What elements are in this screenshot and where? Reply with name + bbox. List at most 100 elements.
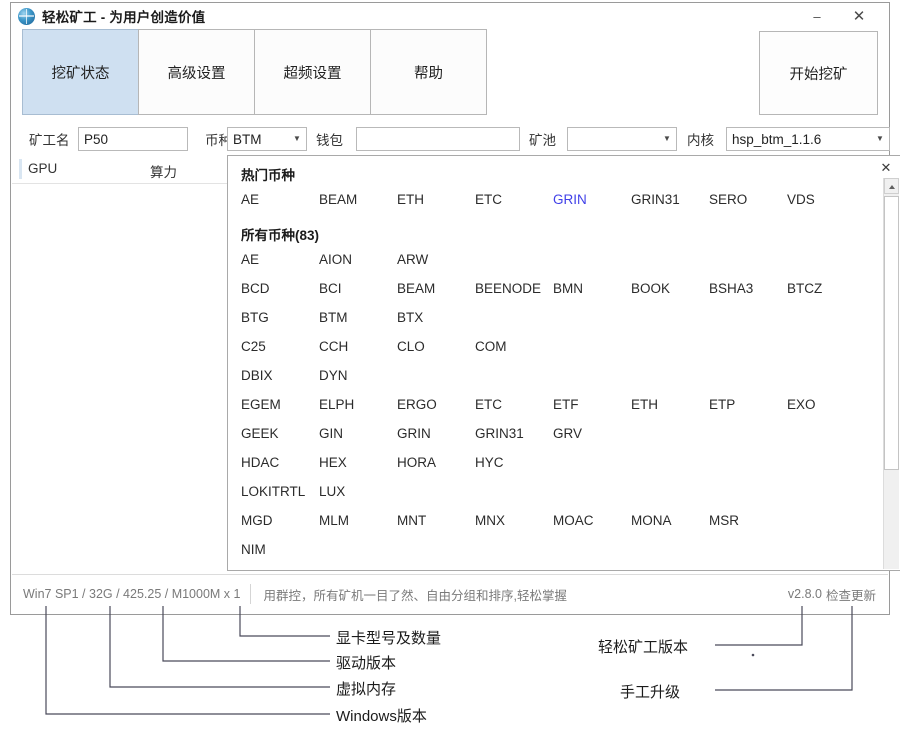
annotation-driver-version: 驱动版本: [336, 655, 397, 672]
coin-item-geek[interactable]: GEEK: [241, 426, 279, 441]
coin-item-etf[interactable]: ETF: [553, 397, 579, 412]
leader-line-virtual-memory: [109, 606, 330, 688]
pool-select[interactable]: ▼: [567, 127, 677, 151]
coin-item-grv[interactable]: GRV: [553, 426, 582, 441]
coin-row: EGEM ELPH ERGO ETC ETF ETH ETP EXO: [241, 397, 881, 426]
coin-item-bcd[interactable]: BCD: [241, 281, 270, 296]
coin-row: AE AION ARW: [241, 252, 881, 281]
coin-item-beenode[interactable]: BEENODE: [475, 281, 541, 296]
close-button[interactable]: ✕: [845, 7, 873, 27]
coin-item-hdac[interactable]: HDAC: [241, 455, 279, 470]
coin-item-elph[interactable]: ELPH: [319, 397, 354, 412]
coin-item-moac[interactable]: MOAC: [553, 513, 594, 528]
coin-item-bsha3[interactable]: BSHA3: [709, 281, 753, 296]
coin-item-cch[interactable]: CCH: [319, 339, 348, 354]
coin-item-gin[interactable]: GIN: [319, 426, 343, 441]
coin-selection-panel: ✕ 热门币种 所有币种(83) AE BEAM ETH ETC GRIN GRIN31 SE…: [227, 155, 900, 571]
coin-item-etc[interactable]: ETC: [475, 397, 502, 412]
coin-item-egem[interactable]: EGEM: [241, 397, 281, 412]
coin-item-eth[interactable]: ETH: [397, 192, 424, 207]
coin-item-hora[interactable]: HORA: [397, 455, 436, 470]
coin-item-eth[interactable]: ETH: [631, 397, 658, 412]
coin-row: GEEK GIN GRIN GRIN31 GRV: [241, 426, 881, 455]
coin-item-ergo[interactable]: ERGO: [397, 397, 437, 412]
wallet-label: 钱包: [316, 133, 343, 148]
coin-item-exo[interactable]: EXO: [787, 397, 816, 412]
coin-item-hyc[interactable]: HYC: [475, 455, 504, 470]
coin-item-beam[interactable]: BEAM: [319, 192, 357, 207]
tab-mining-status[interactable]: 挖矿状态: [22, 29, 139, 115]
coin-item-ae[interactable]: AE: [241, 252, 259, 267]
tab-advanced-settings[interactable]: 高级设置: [138, 29, 255, 115]
coin-item-vds[interactable]: VDS: [787, 192, 815, 207]
coin-item-nim[interactable]: NIM: [241, 542, 266, 557]
tab-strip: 挖矿状态 高级设置 超频设置 帮助: [22, 29, 487, 115]
coin-item-sero[interactable]: SERO: [709, 192, 747, 207]
annotation-dot: [751, 653, 755, 657]
kernel-select[interactable]: hsp_btm_1.1.6 ▼: [726, 127, 890, 151]
coin-row: DBIX DYN: [241, 368, 881, 397]
coin-item-btx[interactable]: BTX: [397, 310, 423, 325]
miner-name-input[interactable]: [78, 127, 188, 151]
coin-item-lux[interactable]: LUX: [319, 484, 345, 499]
coin-select[interactable]: BTM ▼: [227, 127, 307, 151]
minimize-button[interactable]: –: [803, 7, 831, 27]
system-info-text: Win7 SP1 / 32G / 425.25 / M1000M x 1: [23, 587, 241, 601]
coin-row: BCD BCI BEAM BEENODE BMN BOOK BSHA3 BTCZ: [241, 281, 881, 310]
coin-item-book[interactable]: BOOK: [631, 281, 670, 296]
column-header-gpu: GPU: [28, 161, 58, 176]
coin-item-aion[interactable]: AION: [319, 252, 352, 267]
coin-item-mgd[interactable]: MGD: [241, 513, 273, 528]
promo-message-text: 用群控，所有矿机一目了然、自由分组和排序,轻松掌握: [263, 588, 567, 603]
coin-item-mnt[interactable]: MNT: [397, 513, 426, 528]
window-title: 轻松矿工 - 为用户创造价值: [42, 10, 206, 25]
coin-item-grin31[interactable]: GRIN31: [475, 426, 524, 441]
coin-item-ae[interactable]: AE: [241, 192, 259, 207]
coin-item-grin31[interactable]: GRIN31: [631, 192, 680, 207]
leader-line-windows-version: [45, 606, 330, 715]
coin-item-msr[interactable]: MSR: [709, 513, 739, 528]
wallet-input[interactable]: [356, 127, 520, 151]
coin-panel-scrollbar[interactable]: [883, 178, 899, 569]
coin-item-btg[interactable]: BTG: [241, 310, 269, 325]
coin-item-etp[interactable]: ETP: [709, 397, 735, 412]
coin-item-btm[interactable]: BTM: [319, 310, 348, 325]
annotation-gpu-model: 显卡型号及数量: [336, 630, 442, 647]
chevron-down-icon: ▼: [663, 134, 671, 143]
coin-item-com[interactable]: COM: [475, 339, 507, 354]
coin-item-dbix[interactable]: DBIX: [241, 368, 273, 383]
coin-item-arw[interactable]: ARW: [397, 252, 428, 267]
coin-item-clo[interactable]: CLO: [397, 339, 425, 354]
scroll-up-arrow-icon[interactable]: [884, 178, 899, 194]
coin-item-mona[interactable]: MONA: [631, 513, 672, 528]
coin-row: BTG BTM BTX: [241, 310, 881, 339]
start-mining-button[interactable]: 开始挖矿: [759, 31, 878, 115]
coin-item-bmn[interactable]: BMN: [553, 281, 583, 296]
coin-select-value: BTM: [233, 131, 262, 147]
coin-item-beam[interactable]: BEAM: [397, 281, 435, 296]
tab-overclock-settings[interactable]: 超频设置: [254, 29, 371, 115]
coin-item-lokitrtl[interactable]: LOKITRTL: [241, 484, 305, 499]
coin-item-c25[interactable]: C25: [241, 339, 266, 354]
coin-item-grin[interactable]: GRIN: [553, 192, 587, 207]
coin-row: MGD MLM MNT MNX MOAC MONA MSR: [241, 513, 881, 542]
coin-row: NIM: [241, 542, 881, 571]
coin-panel-close-icon[interactable]: ✕: [877, 159, 895, 177]
coin-item-btcz[interactable]: BTCZ: [787, 281, 822, 296]
pool-label: 矿池: [529, 133, 556, 148]
coin-item-hex[interactable]: HEX: [319, 455, 347, 470]
coin-row: LOKITRTL LUX: [241, 484, 881, 513]
coin-item-etc[interactable]: ETC: [475, 192, 502, 207]
tab-help[interactable]: 帮助: [370, 29, 487, 115]
coin-item-bci[interactable]: BCI: [319, 281, 342, 296]
column-header-hashrate: 算力: [150, 165, 177, 180]
scrollbar-thumb[interactable]: [884, 196, 899, 470]
coin-item-mnx[interactable]: MNX: [475, 513, 505, 528]
coin-item-grin[interactable]: GRIN: [397, 426, 431, 441]
miner-name-label: 矿工名: [29, 133, 70, 148]
coin-row: C25 CCH CLO COM: [241, 339, 881, 368]
all-coins-title: 所有币种(83): [241, 228, 320, 243]
coin-item-dyn[interactable]: DYN: [319, 368, 348, 383]
check-update-link[interactable]: 检查更新: [826, 585, 888, 604]
coin-item-mlm[interactable]: MLM: [319, 513, 349, 528]
